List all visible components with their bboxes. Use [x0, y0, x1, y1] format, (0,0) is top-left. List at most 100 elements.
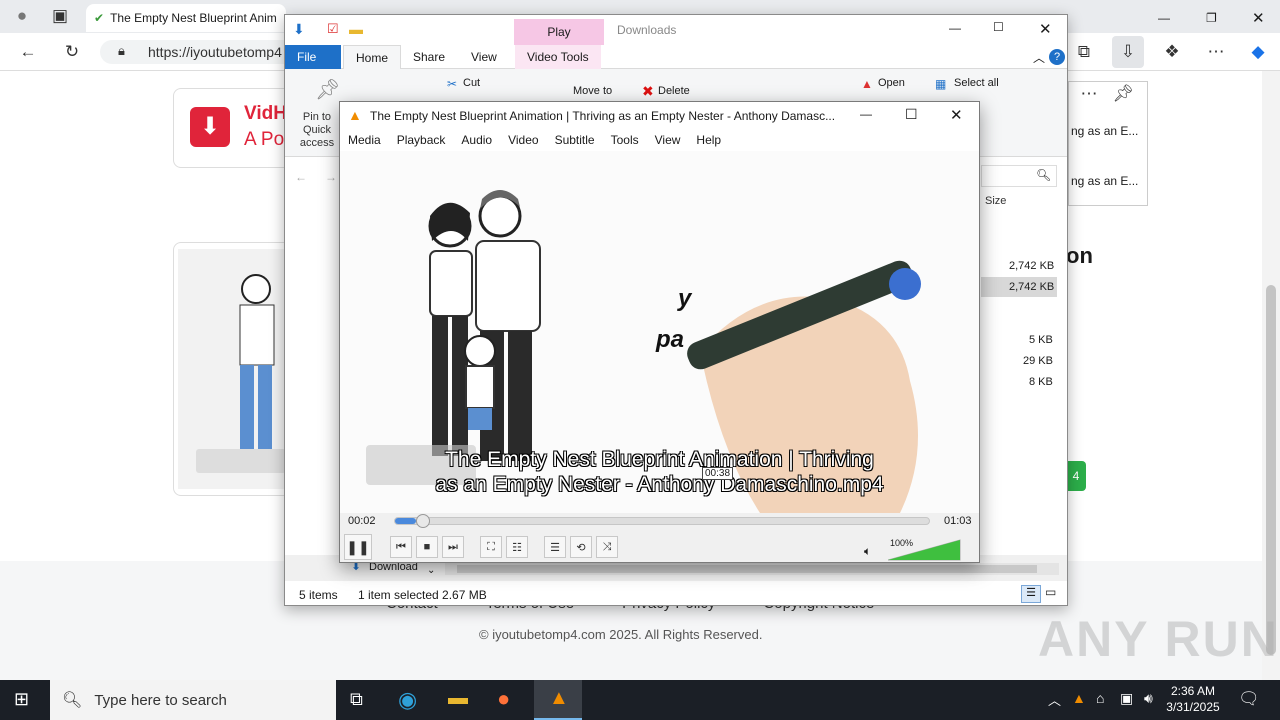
move-to-label[interactable]: Move to [573, 85, 612, 97]
menu-help[interactable]: Help [688, 129, 729, 151]
task-view-icon[interactable]: ⧉ [350, 689, 363, 710]
tray-device-icon[interactable]: ⌂ [1096, 690, 1104, 706]
quick-access-down-icon[interactable]: ⬇ [293, 21, 305, 38]
edge-taskbar-icon[interactable]: ◉ [398, 687, 417, 713]
previous-icon: ⏮︎ [396, 540, 406, 553]
close-icon[interactable]: ✕ [1244, 4, 1273, 32]
download-item-2[interactable]: ng as an E... [1071, 174, 1138, 188]
menu-view[interactable]: View [647, 129, 689, 151]
ribbon-collapse-icon[interactable]: ︿ [1033, 49, 1045, 66]
network-icon[interactable]: ▣ [1120, 690, 1133, 707]
pin-icon[interactable]: 📌︎ [1111, 82, 1135, 106]
tray-chevron-icon[interactable]: ︿ [1048, 690, 1061, 709]
explorer-minimize-icon[interactable]: — [949, 21, 961, 35]
shuffle-button[interactable]: ⤨ [596, 536, 618, 558]
windows-start-icon[interactable]: ⊞ [14, 689, 29, 710]
menu-tools[interactable]: Tools [603, 129, 647, 151]
tab-play-context[interactable]: Play [514, 19, 604, 45]
tab-share[interactable]: Share [401, 45, 457, 69]
tab-view[interactable]: View [459, 45, 509, 69]
minimize-icon[interactable]: — [1150, 4, 1178, 32]
vlc-minimize-icon[interactable]: — [860, 107, 872, 121]
downloads-button[interactable]: ⇩ [1112, 36, 1144, 68]
tray-clock[interactable]: 2:36 AM 3/31/2025 [1166, 683, 1220, 715]
edge-copilot-icon[interactable]: ◆ [1246, 40, 1270, 64]
video-thumbnail-card[interactable] [173, 242, 293, 496]
url-text: https://iyoutubetomp4 [148, 44, 282, 60]
pin-quick-access-label[interactable]: Pin to Quick access [291, 111, 343, 150]
playlist-button[interactable]: ☰ [544, 536, 566, 558]
volume-slider[interactable] [888, 538, 962, 562]
restore-icon[interactable]: ❐ [1198, 4, 1225, 32]
select-all-label[interactable]: Select all [954, 77, 999, 89]
extended-settings-button[interactable]: ☷ [506, 536, 528, 558]
horizontal-scrollbar[interactable] [445, 563, 1059, 575]
column-size-header[interactable]: Size [985, 195, 1006, 207]
open-icon[interactable]: ▲ [861, 77, 873, 91]
vlc-maximize-icon[interactable]: ☐ [905, 106, 918, 123]
menu-media[interactable]: Media [340, 129, 389, 151]
open-label[interactable]: Open [878, 77, 905, 89]
taskbar-search-box[interactable]: 🔍︎ Type here to search [50, 680, 336, 720]
menu-video[interactable]: Video [500, 129, 546, 151]
file-size: 5 KB [1029, 334, 1053, 346]
video-area[interactable]: y pa The Empty Nest Blueprint Animation … [340, 151, 979, 513]
nav-back-icon[interactable]: ← [295, 170, 307, 184]
refresh-icon[interactable]: ↻ [60, 40, 84, 64]
previous-button[interactable]: ⏮︎ [390, 536, 412, 558]
volume-tray-icon[interactable]: 🔊︎ [1144, 690, 1153, 707]
more-icon[interactable]: ⋯ [1204, 40, 1228, 64]
pause-button[interactable]: ❚❚ [344, 534, 372, 560]
stop-button[interactable]: ■ [416, 536, 438, 558]
search-placeholder: Type here to search [94, 691, 227, 709]
delete-label[interactable]: Delete [658, 85, 690, 97]
details-view-icon[interactable]: ☰ [1021, 585, 1041, 603]
tab-1[interactable]: ✔ The Empty Nest Blueprint Anim [86, 4, 286, 32]
scrollbar-thumb[interactable] [1266, 285, 1276, 655]
profile-icon[interactable]: ● [10, 4, 34, 28]
cut-label[interactable]: Cut [463, 77, 480, 89]
notifications-icon[interactable]: 🗨︎ [1238, 689, 1260, 709]
volume-speaker-icon[interactable]: 🔈︎ [864, 544, 871, 559]
folder-icon[interactable]: ▬ [349, 21, 363, 37]
cut-icon[interactable]: ✂ [447, 77, 457, 91]
back-icon[interactable]: ← [16, 40, 40, 64]
copilot-icon[interactable]: ❖ [1160, 40, 1184, 64]
extensions-icon[interactable]: ⧉ [1072, 40, 1096, 64]
clock-date: 3/31/2025 [1166, 700, 1220, 714]
page-scrollbar[interactable] [1262, 71, 1280, 680]
help-icon[interactable]: ? [1049, 49, 1065, 65]
vlc-taskbar-button[interactable]: ▲ [534, 680, 582, 720]
tab-actions-icon[interactable]: ▣ [48, 4, 72, 28]
large-icons-view-icon[interactable]: ▭ [1045, 585, 1056, 599]
firefox-taskbar-icon[interactable]: ● [497, 686, 510, 712]
delete-icon[interactable]: ✖ [642, 83, 654, 100]
menu-playback[interactable]: Playback [389, 129, 454, 151]
file-explorer-taskbar-icon[interactable]: ▬ [448, 687, 468, 710]
elapsed-time[interactable]: 00:02 [348, 515, 376, 527]
select-all-icon[interactable]: ▦ [935, 77, 946, 91]
seek-bar[interactable] [394, 514, 930, 528]
vlc-close-icon[interactable]: ✕ [950, 106, 963, 124]
chevron-down-icon[interactable]: ⌄ [427, 565, 435, 576]
download-mp4-button[interactable]: 4 [1066, 461, 1086, 491]
menu-subtitle[interactable]: Subtitle [547, 129, 603, 151]
nav-forward-icon[interactable]: → [325, 170, 337, 184]
tab-video-tools[interactable]: Video Tools [515, 45, 601, 69]
panel-more-icon[interactable]: ⋯ [1077, 82, 1101, 106]
explorer-close-icon[interactable]: ✕ [1039, 20, 1052, 38]
tray-vlc-icon[interactable]: ▲ [1072, 690, 1086, 706]
fullscreen-button[interactable]: ⛶ [480, 536, 502, 558]
properties-icon[interactable]: ☑ [327, 21, 339, 37]
pin-quick-access-icon[interactable]: 📌︎ [315, 77, 340, 102]
download-item-1[interactable]: ng as an E... [1071, 124, 1138, 138]
tab-home[interactable]: Home [343, 45, 402, 69]
tab-file[interactable]: File [285, 45, 341, 69]
next-button[interactable]: ⏭︎ [442, 536, 464, 558]
explorer-maximize-icon[interactable]: ☐ [993, 20, 1004, 34]
seek-handle[interactable] [416, 514, 430, 528]
search-box[interactable]: 🔍︎ [981, 165, 1057, 187]
menu-audio[interactable]: Audio [453, 129, 500, 151]
loop-button[interactable]: ⟲ [570, 536, 592, 558]
horizontal-scroll-thumb[interactable] [457, 565, 1037, 573]
